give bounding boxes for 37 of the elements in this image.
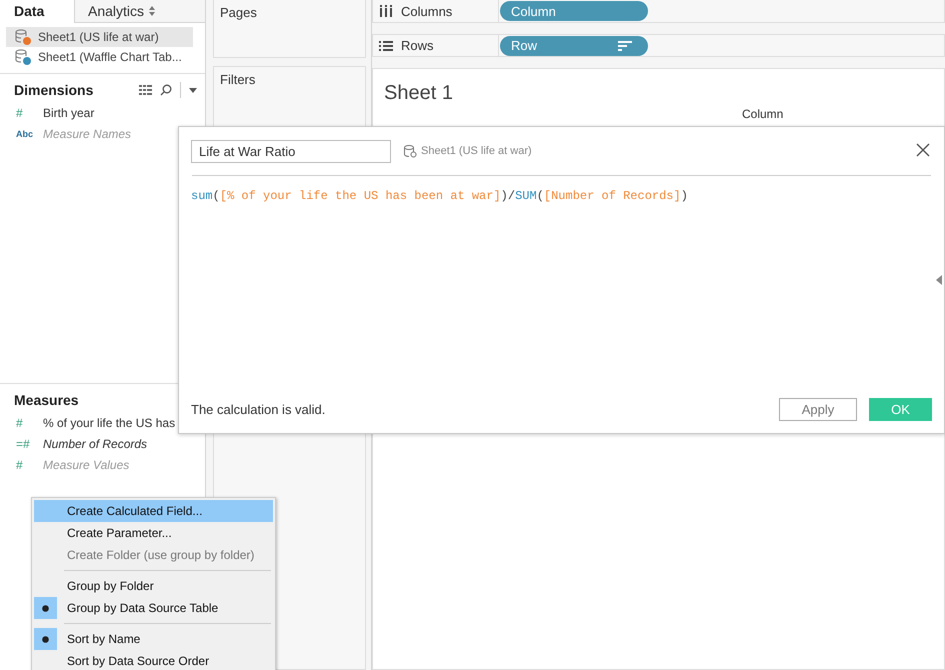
- apply-button[interactable]: Apply: [779, 398, 857, 421]
- field-type-icon: =#: [16, 436, 43, 450]
- menu-item[interactable]: Group by Folder: [34, 575, 273, 597]
- menu-item[interactable]: Group by Data Source Table: [34, 597, 273, 619]
- formula-editor[interactable]: sum([% of your life the US has been at war])/SUM([Number of Records]): [191, 189, 688, 203]
- field-item[interactable]: % of your life the US has: [43, 416, 176, 430]
- menu-item[interactable]: Sort by Data Source Order: [34, 650, 273, 670]
- calculation-name-field[interactable]: Life at War Ratio: [191, 140, 391, 162]
- field-type-icon: #: [16, 416, 43, 430]
- data-source-label: Sheet1 (US life at war): [421, 145, 532, 157]
- list-view-icon[interactable]: [139, 85, 152, 95]
- field-type-icon: #: [16, 106, 43, 120]
- sheet-title: Sheet 1: [384, 82, 454, 105]
- field-item[interactable]: Number of Records: [43, 436, 148, 450]
- menu-item[interactable]: Sort by Name: [34, 628, 273, 650]
- field-type-icon: Abc: [16, 128, 43, 138]
- field-item[interactable]: Birth year: [43, 106, 94, 120]
- side-tab[interactable]: Analytics: [74, 0, 205, 23]
- sort-arrows-icon[interactable]: [148, 6, 156, 16]
- menu-item[interactable]: Create Calculated Field...: [34, 500, 273, 522]
- database-icon: [14, 28, 32, 46]
- database-icon: [403, 144, 417, 158]
- data-source-item[interactable]: Sheet1 (US life at war): [6, 27, 193, 47]
- dropdown-icon[interactable]: [189, 88, 197, 92]
- field-type-icon: #: [16, 458, 43, 472]
- search-icon[interactable]: [160, 84, 172, 96]
- column-header: Column: [742, 107, 784, 121]
- card-title: Filters: [220, 72, 256, 87]
- close-button[interactable]: [915, 143, 931, 159]
- data-source-item[interactable]: Sheet1 (Waffle Chart Tab...: [6, 47, 193, 67]
- section-title: Measures: [14, 392, 80, 408]
- collapse-arrow-icon[interactable]: [936, 275, 942, 285]
- validation-message: The calculation is valid.: [191, 402, 326, 417]
- database-icon: [14, 48, 32, 66]
- card-title: Pages: [220, 5, 257, 20]
- menu-item[interactable]: Create Parameter...: [34, 522, 273, 544]
- section-title: Dimensions: [14, 82, 94, 98]
